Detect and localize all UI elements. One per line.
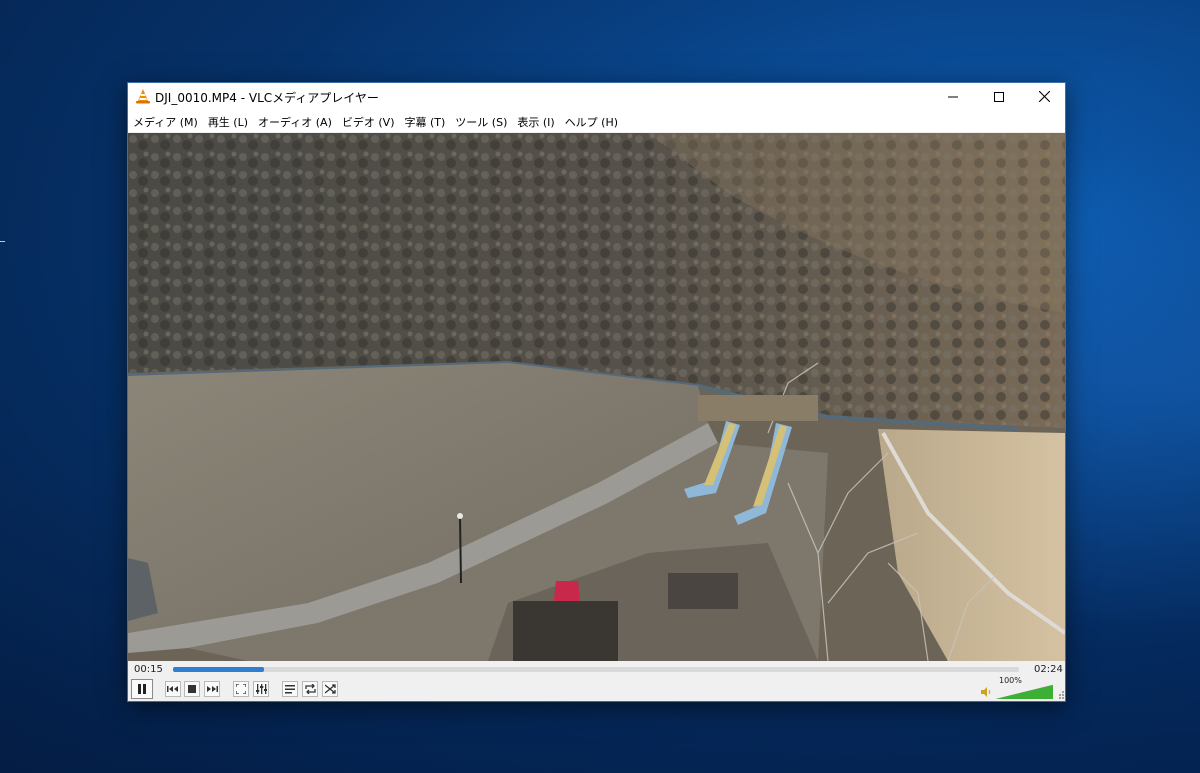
stop-button[interactable] xyxy=(184,681,200,697)
total-time: 02:24 xyxy=(1034,664,1063,675)
elapsed-time: 00:15 xyxy=(134,664,163,675)
next-button[interactable] xyxy=(204,681,220,697)
extended-settings-icon xyxy=(255,684,267,694)
fullscreen-button[interactable] xyxy=(233,681,249,697)
minimize-button[interactable] xyxy=(930,83,976,110)
pause-button[interactable] xyxy=(131,679,153,699)
stop-icon xyxy=(188,685,196,693)
menu-video[interactable]: ビデオ (V) xyxy=(337,110,400,132)
menu-media[interactable]: メディア (M) xyxy=(128,110,203,132)
player-controls: 00:15 02:24 100% xyxy=(128,661,1065,701)
seek-progress xyxy=(173,667,264,672)
next-icon xyxy=(207,686,218,692)
maximize-button[interactable] xyxy=(976,83,1022,110)
minimize-icon xyxy=(948,96,958,97)
menu-view[interactable]: 表示 (I) xyxy=(512,110,559,132)
volume-percent: 100% xyxy=(999,676,1022,685)
menu-tools[interactable]: ツール (S) xyxy=(450,110,512,132)
shuffle-button[interactable] xyxy=(322,681,338,697)
video-area[interactable] xyxy=(128,133,1065,661)
volume-slider[interactable] xyxy=(996,685,1053,699)
previous-icon xyxy=(167,686,178,692)
extended-settings-button[interactable] xyxy=(253,681,269,697)
menu-audio[interactable]: オーディオ (A) xyxy=(253,110,337,132)
playlist-icon xyxy=(285,684,295,693)
menu-playback[interactable]: 再生 (L) xyxy=(203,110,253,132)
pause-icon xyxy=(138,684,146,694)
title-bar[interactable]: DJI_0010.MP4 - VLCメディアプレイヤー xyxy=(128,83,1065,110)
window-title: DJI_0010.MP4 - VLCメディアプレイヤー xyxy=(155,91,379,105)
maximize-icon xyxy=(994,91,1004,102)
fullscreen-icon xyxy=(236,684,246,694)
loop-icon xyxy=(304,684,316,694)
menu-bar: メディア (M) 再生 (L) オーディオ (A) ビデオ (V) 字幕 (T)… xyxy=(128,110,1065,132)
resize-grip-icon[interactable] xyxy=(1057,691,1064,699)
desktop-edge-mark xyxy=(0,241,5,242)
vlc-cone-icon xyxy=(136,89,150,104)
seek-bar[interactable] xyxy=(173,667,1019,672)
vlc-window: DJI_0010.MP4 - VLCメディアプレイヤー メディア (M) 再生 … xyxy=(127,82,1066,702)
close-button[interactable] xyxy=(1021,83,1067,110)
playlist-button[interactable] xyxy=(282,681,298,697)
shuffle-icon xyxy=(324,684,336,694)
video-frame xyxy=(128,133,1065,661)
menu-subtitle[interactable]: 字幕 (T) xyxy=(399,110,450,132)
loop-button[interactable] xyxy=(302,681,318,697)
close-icon xyxy=(1038,91,1050,102)
speaker-icon[interactable] xyxy=(980,686,992,698)
menu-help[interactable]: ヘルプ (H) xyxy=(560,110,623,132)
previous-button[interactable] xyxy=(165,681,181,697)
